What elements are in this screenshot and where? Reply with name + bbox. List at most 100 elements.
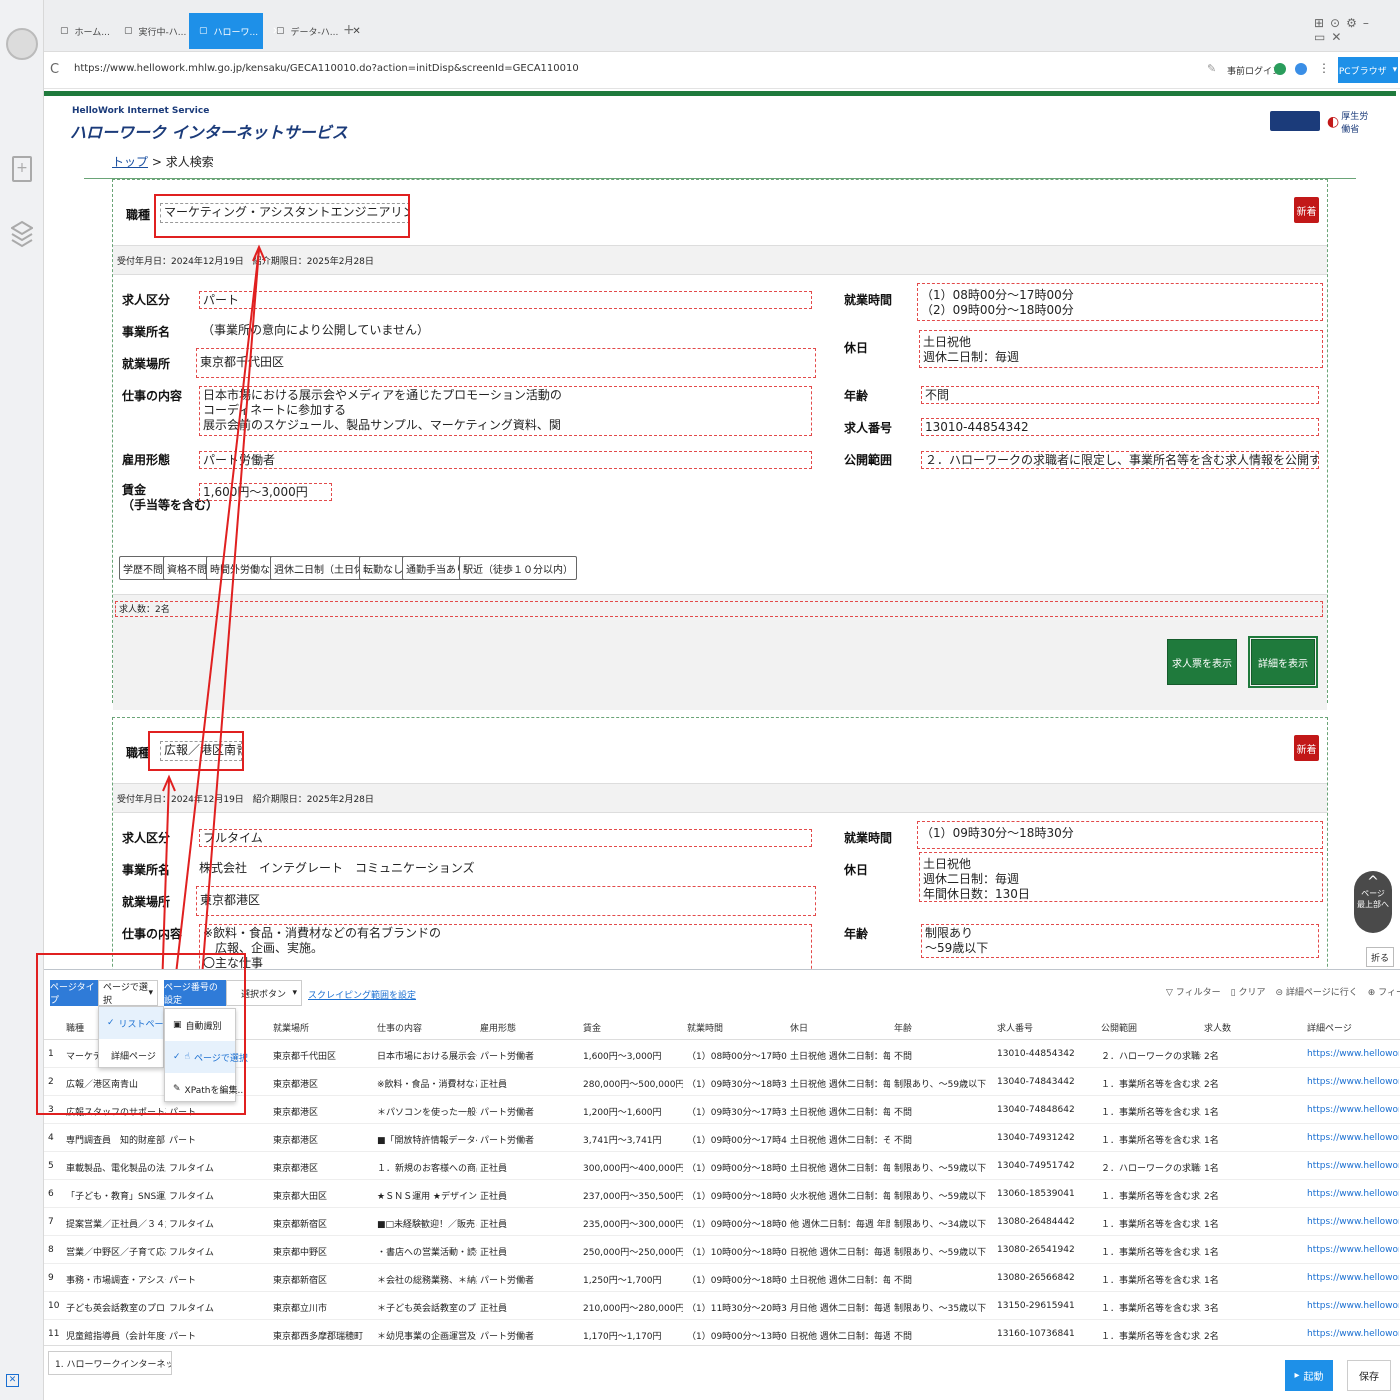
tab-hellowork[interactable]: ▢ ハローワ... ✕	[189, 13, 281, 49]
jigyosho-value: （事業所の意向により公開していません）	[202, 323, 430, 337]
layers-icon[interactable]	[10, 218, 34, 252]
basho-label: 就業場所	[122, 357, 171, 371]
column-header[interactable]: 仕事の内容	[377, 1021, 422, 1034]
browser-mode-dropdown[interactable]: PCブラウザ ▾	[1338, 57, 1398, 83]
scrape-range-link[interactable]: スクレイピング範囲を設定	[308, 988, 416, 1001]
column-header[interactable]: 求人番号	[997, 1021, 1033, 1034]
clear-label: クリア	[1238, 988, 1266, 998]
bango-cell: 13080-26541942	[997, 1245, 1075, 1255]
scroll-top-button[interactable]: ^ ページ 最上部へ	[1354, 871, 1392, 933]
detail-link-cell[interactable]: https://www.hellowork.mhlw.go.jp	[1307, 1049, 1399, 1059]
collapse-icon[interactable]: ✕	[6, 1374, 19, 1387]
chingin-cell: 300,000円～400,000円	[583, 1164, 683, 1174]
shokushu-label: 職種	[126, 208, 151, 222]
trash-icon: ▯	[1230, 988, 1236, 998]
tag-list: 学歴不問 資格不問 時間外労働なし 週休二日制（土日休） 転勤なし 通勤手当あり…	[117, 556, 1327, 582]
shokushu-label: 職種	[126, 746, 151, 760]
naiyo-cell: ＊幼児事業の企画運営及び幼児...	[377, 1332, 477, 1342]
detail-link-cell[interactable]: https://www.hellowork.mhlw.go.jp	[1307, 1301, 1399, 1311]
edit-icon[interactable]: ✎	[1207, 62, 1216, 75]
table-row[interactable]: 5 車載製品、電化製品の法人営業フルタイム 東京都港区 １．新規のお客様への商品提..…	[44, 1152, 1400, 1180]
naiyo-cell: ＊会社の総務業務、＊納期管...	[377, 1276, 477, 1286]
url-field[interactable]: https://www.hellowork.mhlw.go.jp/kensaku…	[74, 63, 579, 74]
filter-button[interactable]: ▽ フィルター	[1166, 985, 1221, 998]
info-icon[interactable]	[1295, 63, 1307, 75]
column-header[interactable]: 年齢	[894, 1021, 912, 1034]
column-header[interactable]: 就業時間	[687, 1021, 723, 1034]
detail-link-cell[interactable]: https://www.hellowork.mhlw.go.jp	[1307, 1077, 1399, 1087]
table-row[interactable]: 4 専門調査員 知的財産部（知...パート 東京都港区 ■「開放特許情報データベース.…	[44, 1124, 1400, 1152]
chevron-down-icon: ▾	[292, 988, 297, 998]
basho-label: 就業場所	[122, 895, 171, 909]
nenrei-cell: 不問	[894, 1136, 913, 1146]
table-row[interactable]: 2広報／港区南青山東京都港区※飲料・食品・消費材などの...正社員280,000…	[44, 1068, 1400, 1096]
column-header[interactable]: 公開範囲	[1101, 1021, 1137, 1034]
window-controls[interactable]: ⊞⊙⚙–▭✕	[1314, 16, 1400, 44]
job-dates: 受付年月日：2024年12月19日 紹介期限日：2025年2月28日	[117, 257, 374, 267]
new-task-icon[interactable]: +	[12, 156, 32, 182]
chingin-cell: 1,600円～3,000円	[583, 1052, 662, 1062]
column-header[interactable]: 就業場所	[273, 1021, 309, 1034]
detail-link-cell[interactable]: https://www.hellowork.mhlw.go.jp	[1307, 1133, 1399, 1143]
login-link[interactable]: 事前ログイン	[1227, 64, 1281, 77]
table-row[interactable]: 10 子ども英会話教室のプロモー...フルタイム 東京都立川市 ＊子ども英会話教室のプ…	[44, 1292, 1400, 1320]
reload-icon[interactable]: C	[50, 62, 59, 77]
table-row[interactable]: 11 児童館指導員（会計年度任用...パート 東京都西多摩郡瑞穂町 ＊幼児事業の企画運…	[44, 1320, 1400, 1346]
data-grid: 1マーケティパート東京都千代田区日本市場における展示会やメ...パート労働者1,…	[44, 1040, 1400, 1346]
show-detail-button[interactable]: 詳細を表示	[1248, 636, 1318, 688]
detail-link-cell[interactable]: https://www.hellowork.mhlw.go.jp	[1307, 1105, 1399, 1115]
save-button[interactable]: 保存	[1347, 1360, 1391, 1391]
naiyo-value: 日本市場における展示会やメディアを通じたプロモーション活動の コーディネートに参…	[199, 386, 812, 436]
detail-link-cell[interactable]: https://www.hellowork.mhlw.go.jp	[1307, 1273, 1399, 1283]
task-tab[interactable]: 1. ハローワークインターネットサ...	[48, 1351, 172, 1375]
more-icon[interactable]: ⋮	[1318, 61, 1330, 75]
accessibility-icon[interactable]	[1270, 111, 1320, 131]
tab-home[interactable]: ▢ ホーム...	[50, 13, 122, 49]
column-header[interactable]: 雇用形態	[480, 1021, 516, 1034]
clear-button[interactable]: ▯ クリア	[1231, 985, 1266, 998]
column-header[interactable]: 賃金	[583, 1021, 601, 1034]
go-detail-button[interactable]: ⊝ 詳細ページに行く	[1275, 985, 1357, 998]
ministry-logo[interactable]: ◐ 厚生労働省	[1327, 111, 1371, 135]
tab-running[interactable]: ▢実行中-ハ...✕	[114, 13, 209, 49]
show-ticket-button[interactable]: 求人票を表示	[1167, 639, 1237, 685]
kubun-cell: パート	[169, 1332, 197, 1342]
status-icon[interactable]	[1274, 63, 1286, 75]
detail-link-cell[interactable]: https://www.hellowork.mhlw.go.jp	[1307, 1329, 1399, 1339]
detail-link-cell[interactable]: https://www.hellowork.mhlw.go.jp	[1307, 1189, 1399, 1199]
site-logo[interactable]: ハローワーク インターネットサービス	[70, 119, 348, 143]
keitai-cell: パート労働者	[480, 1052, 535, 1062]
dates-band: 受付年月日：2024年12月19日 紹介期限日：2025年2月28日	[113, 245, 1327, 275]
status-bar: 1. ハローワークインターネットサ... ▸起動 保存	[44, 1345, 1400, 1400]
breadcrumb-top-link[interactable]: トップ	[112, 155, 148, 169]
detail-link-cell[interactable]: https://www.hellowork.mhlw.go.jp	[1307, 1217, 1399, 1227]
table-row[interactable]: 9 事務・市場調査・アシスタン...パート 東京都新宿区 ＊会社の総務業務、＊納期管.…	[44, 1264, 1400, 1292]
keitai-cell: パート労働者	[480, 1276, 535, 1286]
detail-link-cell[interactable]: https://www.hellowork.mhlw.go.jp	[1307, 1161, 1399, 1171]
kyujitsu-cell: 土日祝他 週休二日制：毎週 年...	[790, 1080, 890, 1090]
fold-button[interactable]: 折る	[1366, 947, 1394, 967]
basho-value: 東京都港区	[196, 886, 816, 916]
add-field-button[interactable]: ⊕ フィールドを追加	[1368, 985, 1400, 998]
tab-data[interactable]: ▢ データ-ハ... ✕	[266, 13, 361, 49]
bango-cell: 13010-44854342	[997, 1049, 1075, 1059]
hani-cell: ２．ハローワークの求職者に...	[1101, 1164, 1201, 1174]
hani-cell: １．事業所名等を含む求人情...	[1101, 1220, 1201, 1230]
new-tab-button[interactable]: +	[343, 22, 355, 38]
chingin-cell: 250,000円～250,000円	[583, 1248, 683, 1258]
table-row[interactable]: 8 営業／中野区／子育て応援！...フルタイム 東京都中野区 ・書店への営業活動・読者…	[44, 1236, 1400, 1264]
row-number: 6	[48, 1189, 54, 1199]
table-row[interactable]: 7 提案営業／正社員／３４歳以...フルタイム 東京都新宿区 ■□未経験歓迎！／販売と…	[44, 1208, 1400, 1236]
column-header[interactable]: 詳細ページ	[1307, 1021, 1352, 1034]
chingin-cell: 210,000円～280,000円	[583, 1304, 683, 1314]
basho-cell: 東京都新宿区	[273, 1276, 328, 1286]
table-row[interactable]: 3広報スタッフのサポート事務パート東京都港区＊パソコンを使った一般事の...パー…	[44, 1096, 1400, 1124]
grid-toolbar: ▽ フィルター ▯ クリア ⊝ 詳細ページに行く ⊕ フィールドを追加	[1166, 985, 1400, 998]
detail-link-cell[interactable]: https://www.hellowork.mhlw.go.jp	[1307, 1245, 1399, 1255]
start-button[interactable]: ▸ 起動	[1285, 1360, 1333, 1391]
column-header[interactable]: 休日	[790, 1021, 808, 1034]
naiyo-cell: ＊子ども英会話教室のプロモ...	[377, 1304, 477, 1314]
row-number: 4	[48, 1133, 54, 1143]
column-header[interactable]: 求人数	[1204, 1021, 1231, 1034]
table-row[interactable]: 6 「子ども・教育」SNS運用...フルタイム 東京都大田区 ★ＳＮＳ運用 ★デザイン…	[44, 1180, 1400, 1208]
